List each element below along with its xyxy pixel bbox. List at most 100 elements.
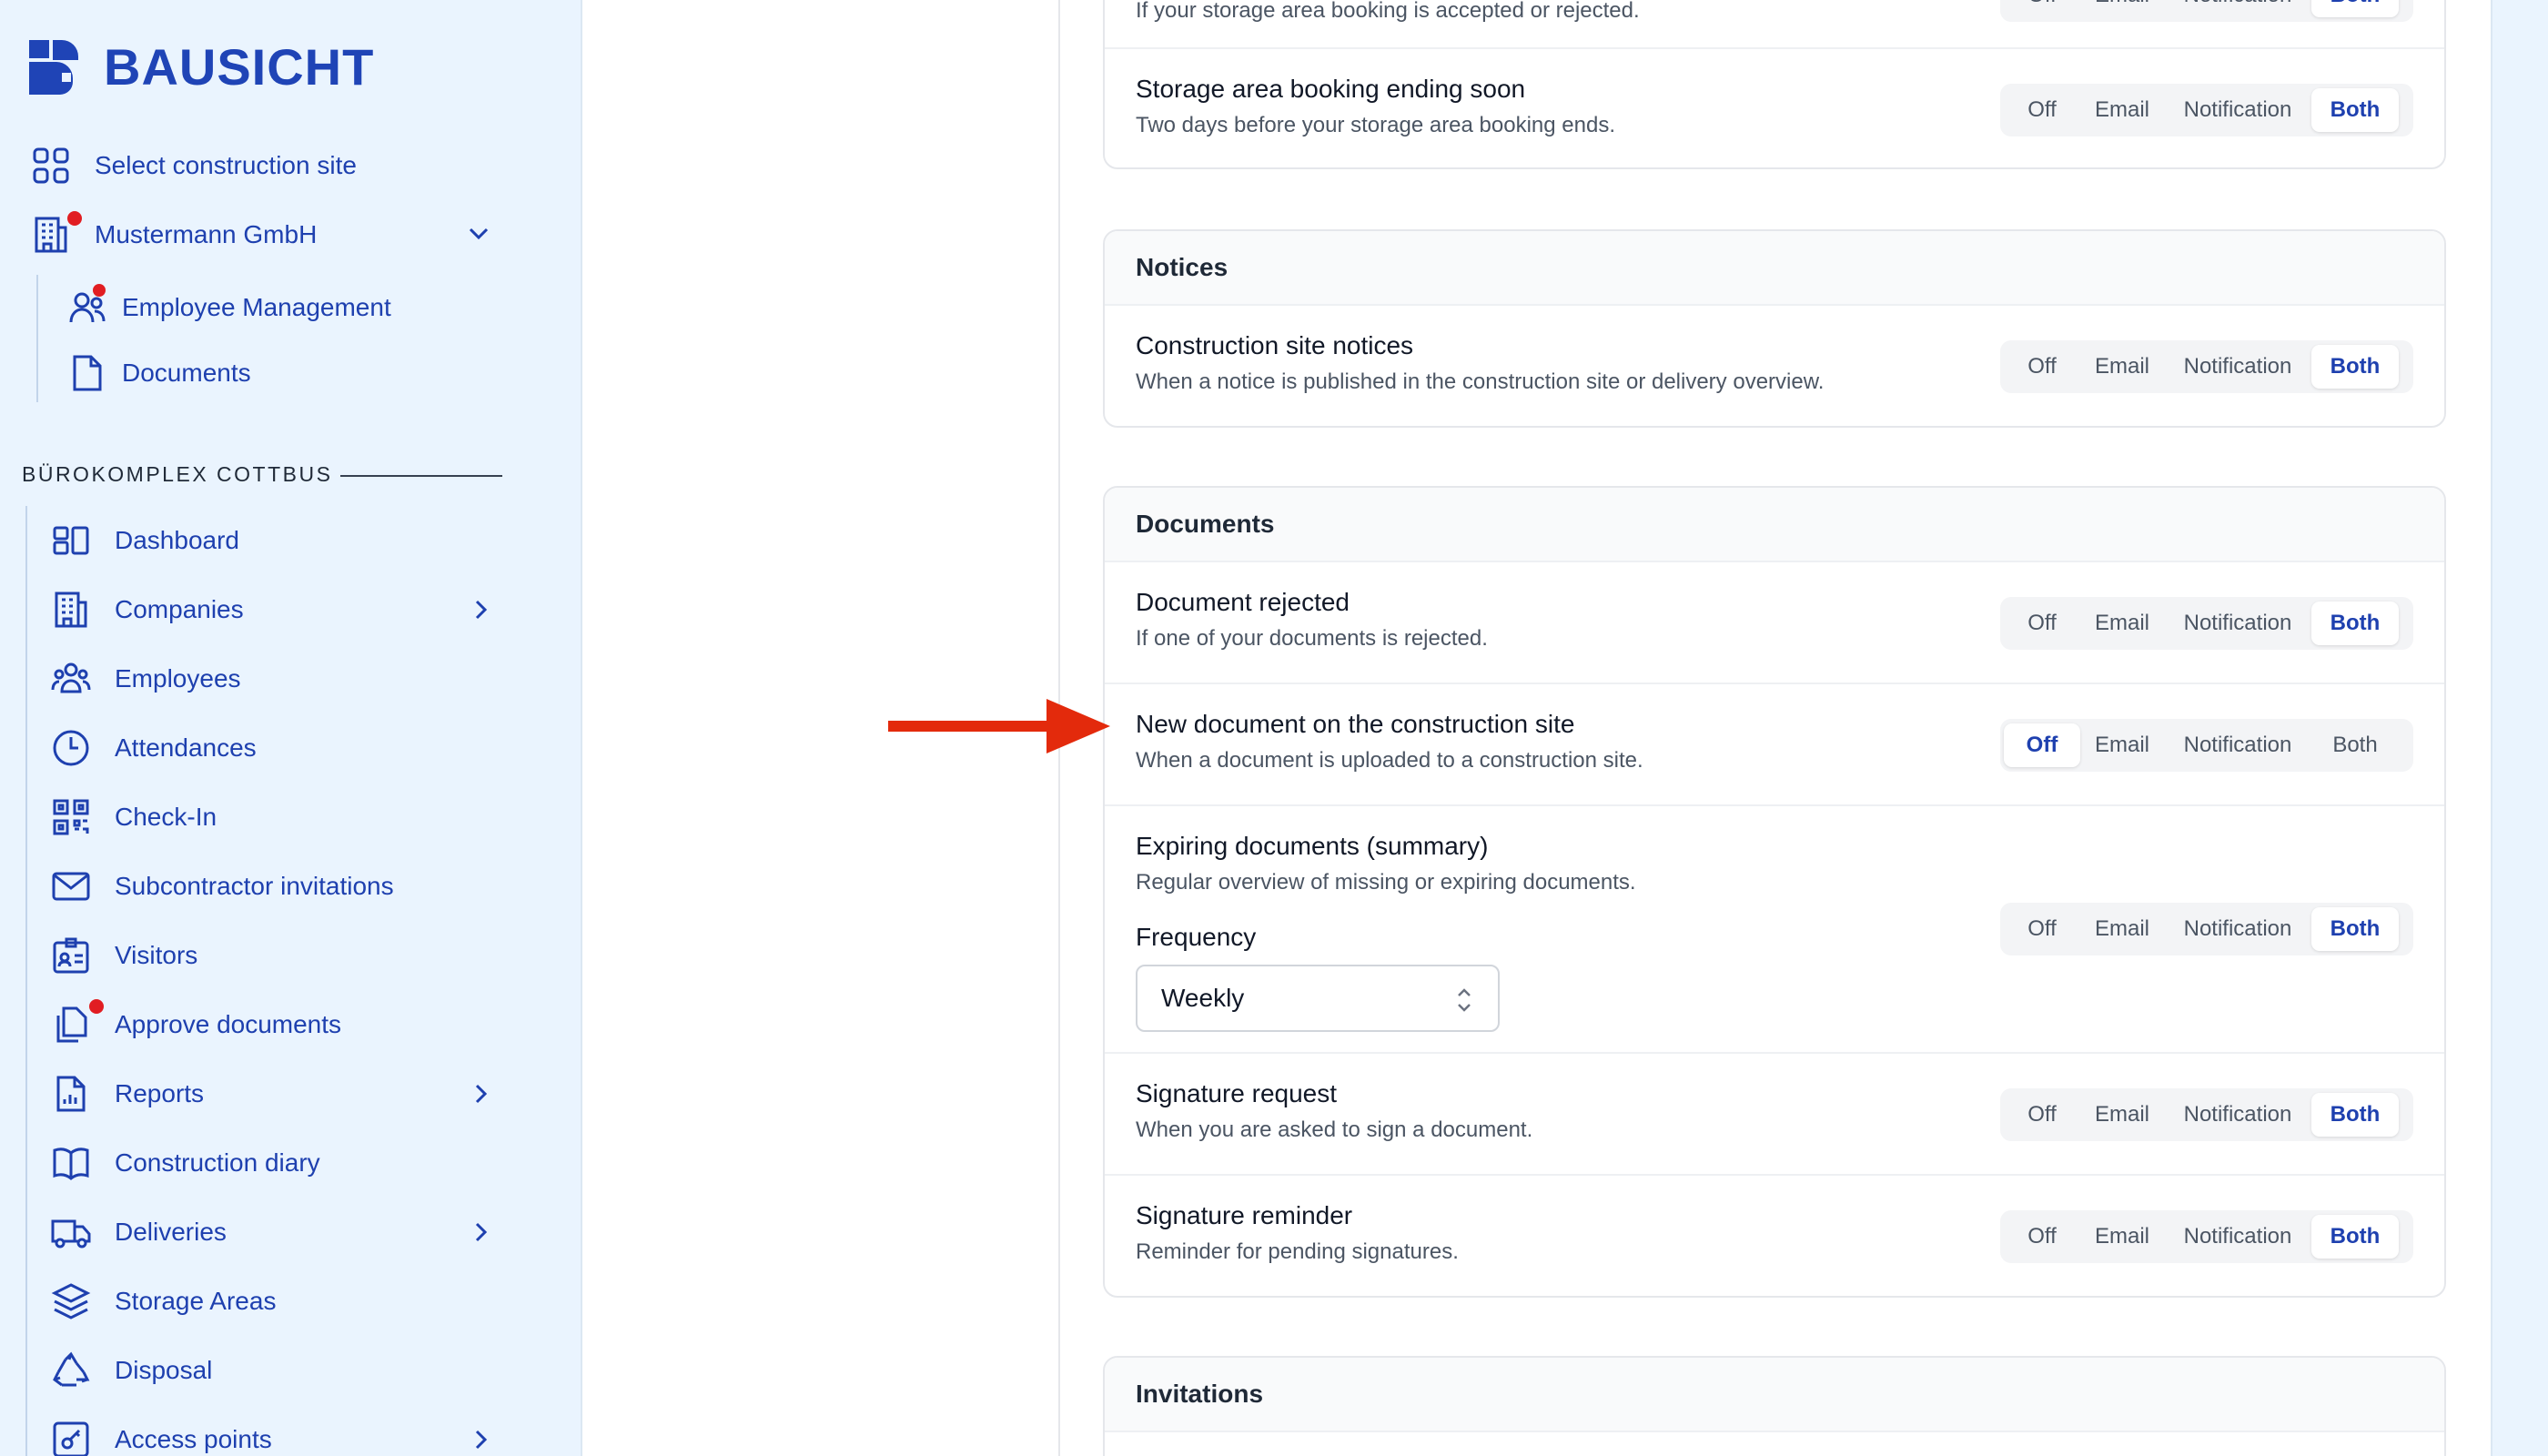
option-off[interactable]: Off xyxy=(2004,907,2080,951)
frequency-select[interactable]: Weekly xyxy=(1136,965,1500,1032)
option-notification[interactable]: Notification xyxy=(2164,1093,2311,1137)
option-both[interactable]: Both xyxy=(2311,1215,2399,1259)
card-title: Documents xyxy=(1105,488,2444,562)
nav-label: Disposal xyxy=(115,1356,213,1384)
option-both[interactable]: Both xyxy=(2311,1093,2399,1137)
nav-subcontractor-invitations[interactable]: Subcontractor invitations xyxy=(51,866,394,906)
option-off[interactable]: Off xyxy=(2004,602,2080,645)
row-description: Regular overview of missing or expiring … xyxy=(1136,870,1636,895)
option-notification[interactable]: Notification xyxy=(2164,1215,2311,1259)
grid-icon xyxy=(31,146,71,186)
row-description: When you are asked to sign a document. xyxy=(1136,1117,1533,1142)
notification-mode-toggle: Off Email Notification Both xyxy=(2000,84,2413,136)
chevron-down-icon[interactable] xyxy=(465,220,492,248)
key-icon xyxy=(51,1420,91,1456)
option-email[interactable]: Email xyxy=(2080,345,2164,389)
nav-documents[interactable]: Documents xyxy=(67,353,251,393)
nav-reports[interactable]: Reports xyxy=(51,1074,204,1114)
nav-disposal[interactable]: Disposal xyxy=(51,1350,212,1390)
option-both[interactable]: Both xyxy=(2311,602,2399,645)
users-group-icon xyxy=(51,659,91,699)
row-title: Construction site notices xyxy=(1136,331,1414,359)
chevron-up-down-icon xyxy=(1458,988,1471,1012)
option-notification[interactable]: Notification xyxy=(2164,907,2311,951)
option-email[interactable]: Email xyxy=(2080,1215,2164,1259)
option-email[interactable]: Email xyxy=(2080,907,2164,951)
option-notification[interactable]: Notification xyxy=(2164,345,2311,389)
option-off[interactable]: Off xyxy=(2004,88,2080,132)
nav-label: Dashboard xyxy=(115,526,239,554)
option-email[interactable]: Email xyxy=(2080,0,2164,17)
option-off[interactable]: Off xyxy=(2004,345,2080,389)
option-notification[interactable]: Notification xyxy=(2164,88,2311,132)
row-description: Reminder for pending signatures. xyxy=(1136,1239,1459,1264)
nav-label: Employee Management xyxy=(122,293,391,321)
nav-deliveries[interactable]: Deliveries xyxy=(51,1212,227,1252)
option-email[interactable]: Email xyxy=(2080,1093,2164,1137)
notification-row: Signature request When you are asked to … xyxy=(1105,1054,2444,1176)
id-card-icon xyxy=(51,935,91,976)
nav-storage-areas[interactable]: Storage Areas xyxy=(51,1281,276,1321)
notification-badge xyxy=(89,999,104,1014)
option-off[interactable]: Off xyxy=(2004,1093,2080,1137)
option-notification[interactable]: Notification xyxy=(2164,602,2311,645)
chevron-right-icon[interactable] xyxy=(467,596,494,623)
nav-construction-diary[interactable]: Construction diary xyxy=(51,1143,320,1183)
notification-mode-toggle: Off Email Notification Both xyxy=(2000,1088,2413,1141)
notification-mode-toggle: Off Email Notification Both xyxy=(2000,903,2413,956)
option-both[interactable]: Both xyxy=(2311,345,2399,389)
nav-companies[interactable]: Companies xyxy=(51,590,244,630)
option-off[interactable]: Off xyxy=(2004,723,2080,767)
nav-label: Attendances xyxy=(115,733,257,762)
qr-code-icon xyxy=(51,797,91,837)
option-email[interactable]: Email xyxy=(2080,602,2164,645)
option-notification[interactable]: Notification xyxy=(2164,723,2311,767)
nav-label: Construction diary xyxy=(115,1148,320,1177)
nav-employees[interactable]: Employees xyxy=(51,659,241,699)
nav-check-in[interactable]: Check-In xyxy=(51,797,217,837)
chevron-right-icon[interactable] xyxy=(467,1218,494,1246)
annotation-arrow-icon xyxy=(888,699,1110,753)
nav-employee-management[interactable]: Employee Management xyxy=(67,284,391,328)
notification-mode-toggle: Off Email Notification Both xyxy=(2000,0,2413,22)
notification-row: If your storage area booking is accepted… xyxy=(1105,0,2444,49)
notification-mode-toggle: Off Email Notification Both xyxy=(2000,597,2413,650)
frequency-label: Frequency xyxy=(1136,923,1257,951)
chevron-right-icon[interactable] xyxy=(467,1426,494,1453)
card-title: Invitations xyxy=(1105,1358,2444,1432)
building-icon xyxy=(31,211,82,255)
nav-label: Visitors xyxy=(115,941,198,969)
nav-label: Employees xyxy=(115,664,241,693)
notification-mode-toggle: Off Email Notification Both xyxy=(2000,1210,2413,1263)
option-off[interactable]: Off xyxy=(2004,1215,2080,1259)
book-icon xyxy=(51,1143,91,1183)
nav-visitors[interactable]: Visitors xyxy=(51,935,197,976)
row-title: Expiring documents (summary) xyxy=(1136,832,1489,860)
nav-label: Access points xyxy=(115,1425,272,1453)
nav-label: Subcontractor invitations xyxy=(115,872,394,900)
nav-label: Approve documents xyxy=(115,1010,342,1038)
row-title: New document on the construction site xyxy=(1136,710,1575,738)
nav-approve-documents[interactable]: Approve documents xyxy=(51,999,342,1045)
nav-dashboard[interactable]: Dashboard xyxy=(51,521,239,561)
option-both[interactable]: Both xyxy=(2311,88,2399,132)
card-title: Notices xyxy=(1105,231,2444,306)
chevron-right-icon[interactable] xyxy=(467,1080,494,1107)
row-description: If one of your documents is rejected. xyxy=(1136,626,1488,651)
nav-select-construction-site[interactable]: Select construction site xyxy=(31,146,357,186)
option-both[interactable]: Both xyxy=(2311,907,2399,951)
row-description: When a document is uploaded to a constru… xyxy=(1136,748,1643,773)
option-email[interactable]: Email xyxy=(2080,723,2164,767)
option-both[interactable]: Both xyxy=(2311,723,2399,767)
logo[interactable]: BAUSICHT xyxy=(27,36,374,96)
nav-access-points[interactable]: Access points xyxy=(51,1420,272,1456)
option-off[interactable]: Off xyxy=(2004,0,2080,17)
right-panel-edge xyxy=(2491,0,2548,1456)
nav-attendances[interactable]: Attendances xyxy=(51,728,257,768)
option-email[interactable]: Email xyxy=(2080,88,2164,132)
notification-mode-toggle: Off Email Notification Both xyxy=(2000,719,2413,772)
option-notification[interactable]: Notification xyxy=(2164,0,2311,17)
nav-company-mustermann[interactable]: Mustermann GmbH xyxy=(31,211,317,255)
option-both[interactable]: Both xyxy=(2311,0,2399,17)
recycle-icon xyxy=(51,1350,91,1390)
